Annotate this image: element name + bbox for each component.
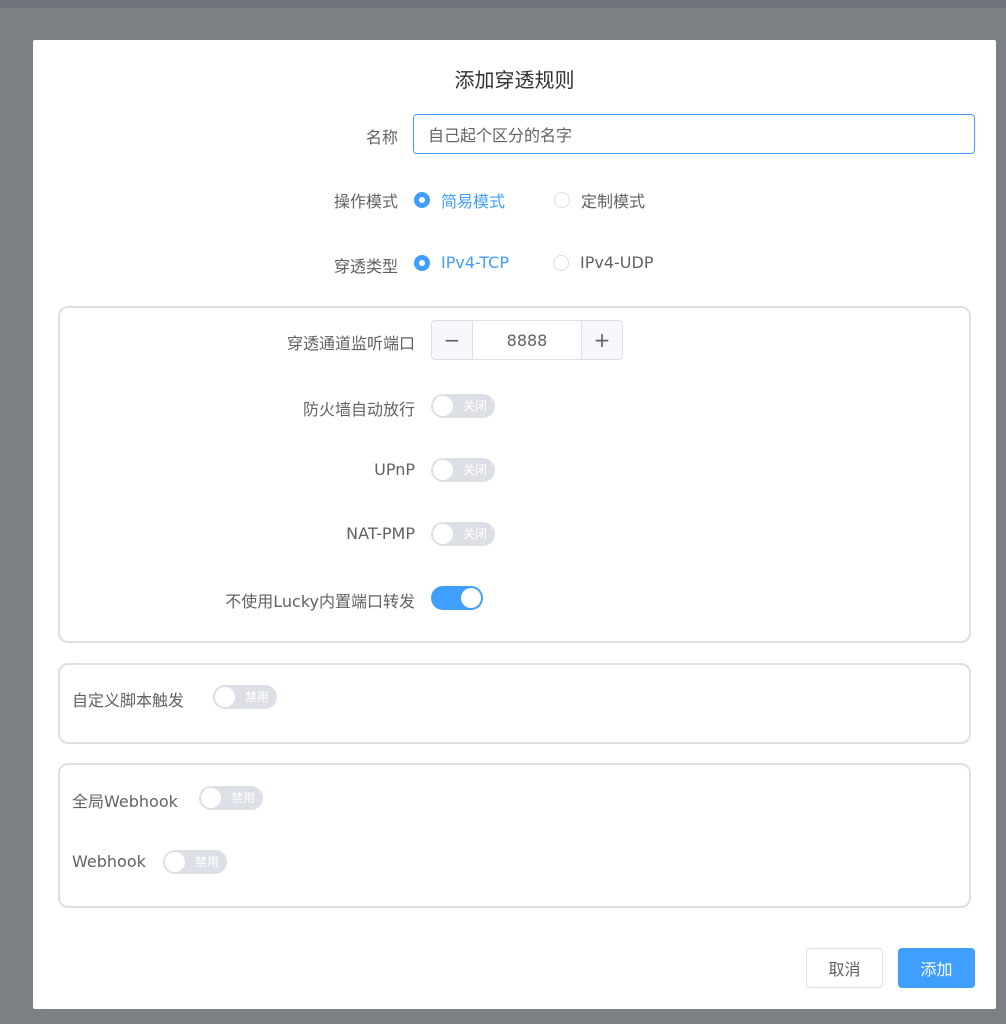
dialog-title: 添加穿透规则 (454, 68, 575, 92)
add-button[interactable]: 添加 (898, 948, 975, 988)
upnp-label: UPnP (374, 460, 415, 479)
switch-knob (433, 524, 453, 544)
global-webhook-switch[interactable]: 禁用 (199, 786, 263, 810)
no-lucky-forward-label: 不使用Lucky内置端口转发 (225, 592, 415, 611)
upnp-switch[interactable]: 关闭 (431, 458, 495, 482)
radio-dot-icon (553, 254, 569, 271)
natpmp-label: NAT-PMP (346, 524, 415, 543)
firewall-label: 防火墙自动放行 (302, 400, 415, 419)
upnp-switch-text: 关闭 (462, 463, 487, 477)
mode-radio-simple-label: 简易模式 (441, 192, 506, 211)
mode-radio-simple[interactable]: 简易模式 (414, 188, 505, 212)
port-stepper: − 8888 + (431, 320, 623, 360)
mode-radio-custom[interactable]: 定制模式 (554, 188, 645, 212)
mode-label: 操作模式 (333, 192, 398, 211)
mode-radio-custom-label: 定制模式 (581, 192, 646, 211)
backdrop-top-bar (0, 0, 1006, 8)
name-label: 名称 (365, 128, 398, 147)
type-radio-tcp-label: IPv4-TCP (441, 253, 509, 272)
switch-knob (201, 788, 221, 808)
type-radio-udp[interactable]: IPv4-UDP (553, 253, 653, 272)
natpmp-switch-text: 关闭 (462, 527, 487, 541)
switch-knob (165, 852, 185, 872)
natpmp-switch[interactable]: 关闭 (431, 522, 495, 546)
radio-dot-icon (414, 254, 430, 271)
script-switch[interactable]: 禁用 (213, 685, 277, 709)
switch-knob (433, 460, 453, 480)
firewall-switch-text: 关闭 (462, 399, 487, 413)
webhook-label: Webhook (72, 852, 146, 871)
firewall-switch[interactable]: 关闭 (431, 394, 495, 418)
webhook-switch-text: 禁用 (194, 855, 219, 869)
port-increment-button[interactable]: + (581, 321, 622, 359)
switch-knob (433, 396, 453, 416)
global-webhook-switch-text: 禁用 (230, 791, 255, 805)
add-rule-dialog: 添加穿透规则 名称 操作模式 简易模式 定制模式 穿透类型 IPv4-TCP I… (33, 40, 996, 1009)
switch-knob (461, 588, 481, 608)
port-decrement-button[interactable]: − (432, 321, 473, 359)
switch-knob (215, 687, 235, 707)
script-switch-text: 禁用 (244, 690, 269, 704)
port-label: 穿透通道监听端口 (286, 334, 415, 353)
cancel-button[interactable]: 取消 (806, 948, 883, 988)
type-label: 穿透类型 (333, 257, 398, 276)
type-radio-udp-label: IPv4-UDP (580, 253, 654, 272)
webhook-switch[interactable]: 禁用 (163, 850, 227, 874)
port-value[interactable]: 8888 (473, 321, 581, 359)
radio-dot-icon (554, 192, 570, 208)
no-lucky-forward-switch[interactable] (431, 586, 483, 610)
name-input[interactable] (413, 114, 975, 154)
radio-dot-icon (414, 192, 430, 208)
webhook-panel (58, 763, 971, 908)
script-label: 自定义脚本触发 (72, 691, 185, 710)
global-webhook-label: 全局Webhook (72, 792, 178, 811)
script-panel (58, 663, 971, 744)
type-radio-tcp[interactable]: IPv4-TCP (414, 253, 509, 272)
